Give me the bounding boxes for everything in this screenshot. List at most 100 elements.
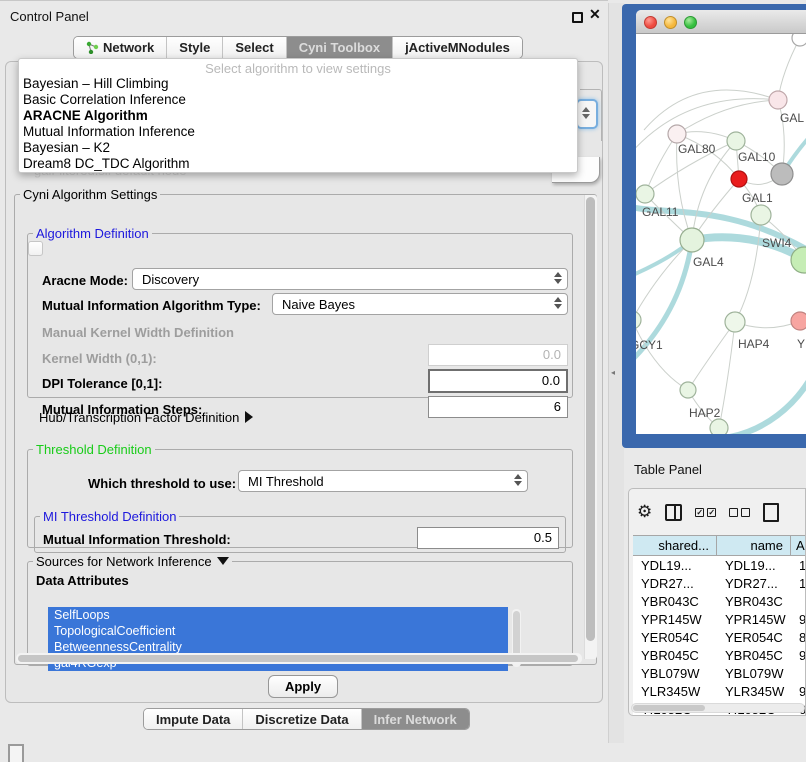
node-gal80[interactable]: [668, 125, 686, 143]
mi-threshold-input[interactable]: 0.5: [417, 527, 559, 549]
tab-style[interactable]: Style: [167, 37, 223, 58]
node-label: GAL1: [742, 191, 773, 205]
column-header[interactable]: shared...: [633, 536, 717, 555]
attributes-scrollbar-thumb[interactable]: [513, 611, 520, 657]
algorithm-option[interactable]: Bayesian – K2: [19, 140, 577, 156]
column-header[interactable]: name: [717, 536, 791, 555]
table-cell: [791, 664, 806, 682]
tab-discretize-data[interactable]: Discretize Data: [243, 709, 361, 729]
table-cell: YBR043C: [717, 592, 791, 610]
network-canvas[interactable]: GALGAL80GAL10GAL1SWI4GAL11GAL4GCY1HAP4YH…: [636, 34, 806, 434]
network-icon: [86, 41, 99, 54]
table-row[interactable]: YDL19...YDL19...13: [633, 556, 806, 574]
table-cell: YLR345W: [717, 682, 791, 700]
tab-impute-data[interactable]: Impute Data: [144, 709, 243, 729]
table-hscrollbar-thumb[interactable]: [633, 705, 705, 711]
tab-cyni-toolbox[interactable]: Cyni Toolbox: [287, 37, 393, 58]
algorithm-dropdown-list: Select algorithm to view settings Bayesi…: [18, 58, 578, 173]
node-gal11[interactable]: [636, 185, 654, 203]
combo-spinner-icon: [514, 474, 522, 486]
panel-corner-icon[interactable]: [8, 744, 24, 762]
table-cell: YDL19...: [717, 556, 791, 574]
dpi-tolerance-label: DPI Tolerance [0,1]:: [42, 376, 162, 391]
node-salmon-node[interactable]: [791, 312, 806, 330]
node-label: GAL11: [642, 205, 679, 219]
table-row[interactable]: YBR043CYBR043C: [633, 592, 806, 610]
splitter-handle-icon[interactable]: ◂: [611, 368, 615, 377]
apply-button[interactable]: Apply: [268, 675, 338, 698]
table-cell: YDR27...: [717, 574, 791, 592]
settings-vscrollbar-thumb[interactable]: [586, 197, 595, 641]
close-icon[interactable]: ✕: [589, 6, 601, 23]
node-hap2[interactable]: [680, 382, 696, 398]
focused-combo-spinner-fragment[interactable]: [576, 99, 598, 129]
mi-type-combo[interactable]: Naive Bayes: [272, 293, 568, 315]
deselect-all-checks-icon[interactable]: [729, 508, 750, 517]
algorithm-definition-title: Algorithm Definition: [33, 226, 152, 241]
algorithm-option[interactable]: ARACNE Algorithm: [19, 108, 577, 124]
combo-spinner-icon: [554, 272, 562, 284]
sources-title[interactable]: Sources for Network Inference: [33, 554, 232, 569]
node-bottom-partial[interactable]: [710, 419, 728, 434]
columns-icon[interactable]: [665, 504, 682, 521]
control-panel-title: Control Panel: [10, 9, 89, 24]
minimize-traffic-icon[interactable]: [664, 16, 677, 29]
tab-infer-network[interactable]: Infer Network: [362, 709, 469, 729]
table-cell: YLR345W: [633, 682, 717, 700]
node-left-partial[interactable]: [636, 311, 641, 329]
node-pink-top[interactable]: [769, 91, 787, 109]
node-gal4[interactable]: [680, 228, 704, 252]
gear-icon[interactable]: ⚙: [637, 504, 652, 520]
node-hap4[interactable]: [725, 312, 745, 332]
node-swi4[interactable]: [751, 205, 771, 225]
network-window-titlebar[interactable]: [636, 10, 806, 34]
node-gray-node[interactable]: [771, 163, 793, 185]
table-row[interactable]: YER054CYER054C8.: [633, 628, 806, 646]
column-header[interactable]: A: [791, 536, 806, 555]
attribute-item[interactable]: TopologicalCoefficient: [48, 623, 508, 639]
close-traffic-icon[interactable]: [644, 16, 657, 29]
control-panel: Control Panel ✕ NetworkStyle Select Cyni T…: [0, 0, 608, 740]
table-row[interactable]: YDR27...YDR27...12: [633, 574, 806, 592]
table-cell: [791, 592, 806, 610]
node-label: GAL10: [738, 150, 776, 164]
select-all-checks-icon[interactable]: ✓✓: [695, 508, 716, 517]
table-cell: YBL079W: [717, 664, 791, 682]
aracne-mode-combo[interactable]: Discovery: [132, 268, 568, 290]
table-cell: YPR145W: [717, 610, 791, 628]
network-view-window[interactable]: GALGAL80GAL10GAL1SWI4GAL11GAL4GCY1HAP4YH…: [636, 10, 806, 434]
tab-label: Select: [235, 40, 273, 55]
settings-hscrollbar-thumb[interactable]: [18, 655, 578, 662]
algorithm-option[interactable]: Basic Correlation Inference: [19, 92, 577, 108]
table-cell: YBR043C: [633, 592, 717, 610]
mi-threshold-group: MI Threshold Definition Mutual Informati…: [34, 509, 566, 553]
tab-jactivemnodules[interactable]: jActiveMNodules: [393, 37, 522, 58]
node-red-node[interactable]: [731, 171, 747, 187]
undock-icon[interactable]: [572, 12, 583, 23]
which-threshold-combo[interactable]: MI Threshold: [238, 470, 528, 492]
settings-group-title: Cyni Algorithm Settings: [20, 187, 160, 202]
hub-definition-toggle[interactable]: Hub/Transcription Factor Definition: [39, 410, 253, 425]
tab-select[interactable]: Select: [223, 37, 286, 58]
table-row[interactable]: YLR345WYLR345W9.: [633, 682, 806, 700]
algorithm-option[interactable]: Dream8 DC_TDC Algorithm: [19, 156, 577, 172]
kernel-width-input[interactable]: 0.0: [428, 344, 568, 366]
node-partial-top[interactable]: [792, 34, 806, 46]
node-gal10[interactable]: [727, 132, 745, 150]
tab-network[interactable]: Network: [74, 37, 167, 58]
sources-group: Sources for Network Inference Data Attri…: [27, 554, 573, 666]
algorithm-option[interactable]: Bayesian – Hill Climbing: [19, 76, 577, 92]
mi-steps-input[interactable]: 6: [428, 396, 568, 418]
algorithm-option[interactable]: Mutual Information Inference: [19, 124, 577, 140]
manual-kernel-checkbox[interactable]: [28, 241, 43, 256]
combo-spinner-icon: [554, 297, 562, 309]
dpi-tolerance-input[interactable]: 0.0: [428, 369, 568, 393]
table-row[interactable]: YPR145WYPR145W9.: [633, 610, 806, 628]
table-row[interactable]: YBL079WYBL079W: [633, 664, 806, 682]
table-row[interactable]: YBR045CYBR045C9.: [633, 646, 806, 664]
zoom-traffic-icon[interactable]: [684, 16, 697, 29]
export-table-icon[interactable]: [763, 503, 779, 522]
table-panel-window: ⚙ ✓✓ shared... name A YDL19...YDL19...13…: [628, 488, 806, 716]
table-cell: 8.: [791, 628, 806, 646]
attribute-item[interactable]: SelfLoops: [48, 607, 508, 623]
